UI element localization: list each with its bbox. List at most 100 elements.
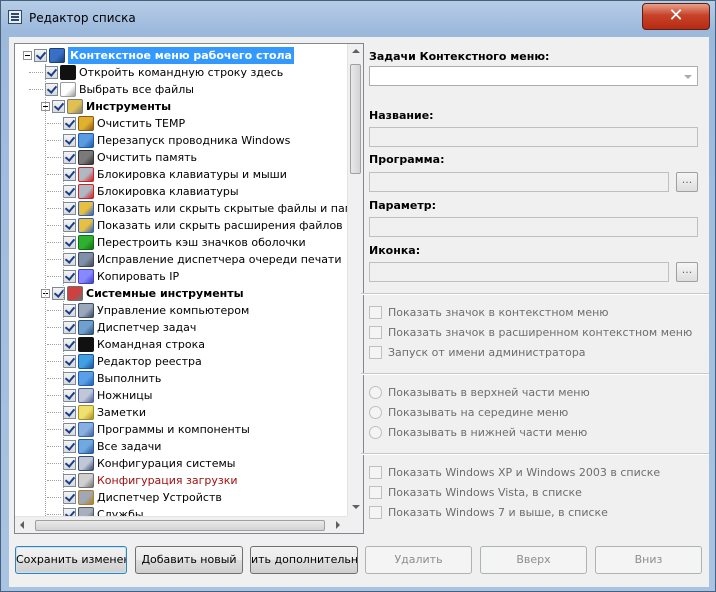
item-checkbox[interactable] bbox=[63, 389, 76, 402]
tree-item[interactable]: Диспетчер задач bbox=[15, 319, 347, 336]
properties-panel: Задачи Контекстного меню: Название: Прог… bbox=[361, 37, 709, 537]
move-down-button[interactable]: Вниз bbox=[595, 546, 702, 574]
tree-item[interactable]: Программы и компоненты bbox=[15, 421, 347, 438]
tree-item[interactable]: Конфигурация системы bbox=[15, 455, 347, 472]
item-checkbox[interactable] bbox=[63, 185, 76, 198]
item-checkbox[interactable] bbox=[63, 304, 76, 317]
tree-vertical-thumb[interactable] bbox=[350, 64, 361, 174]
checkbox-box[interactable] bbox=[369, 346, 382, 359]
tree-item[interactable]: Командная строка bbox=[15, 336, 347, 353]
tree-item-label: Конфигурация загрузки bbox=[97, 474, 238, 487]
tree-item[interactable]: Исправление диспетчера очереди печати bbox=[15, 251, 347, 268]
app-icon bbox=[8, 10, 22, 24]
item-checkbox[interactable] bbox=[63, 168, 76, 181]
checkbox-box[interactable] bbox=[369, 506, 382, 519]
tree-item[interactable]: Службы bbox=[15, 506, 347, 516]
tree-item-label: Конфигурация системы bbox=[97, 457, 236, 470]
scroll-up-arrow-icon[interactable] bbox=[352, 49, 360, 53]
item-checkbox[interactable] bbox=[63, 372, 76, 385]
program-field[interactable] bbox=[369, 172, 669, 192]
ip-icon bbox=[78, 269, 94, 284]
radio-circle[interactable] bbox=[369, 386, 382, 399]
item-checkbox[interactable] bbox=[63, 219, 76, 232]
tree-item[interactable]: Копировать IP bbox=[15, 268, 347, 285]
tree-connector bbox=[47, 327, 61, 328]
tree-item[interactable]: Очистить TEMP bbox=[15, 115, 347, 132]
tree-item[interactable]: Все задачи bbox=[15, 438, 347, 455]
tree-item[interactable]: Блокировка клавиатуры bbox=[15, 183, 347, 200]
item-checkbox[interactable] bbox=[63, 202, 76, 215]
item-checkbox[interactable] bbox=[63, 440, 76, 453]
tree-item-label: Диспетчер задач bbox=[97, 321, 197, 334]
item-checkbox[interactable] bbox=[63, 151, 76, 164]
tree-root-desktop-menu[interactable]: Контекстное меню рабочего стола bbox=[15, 47, 347, 64]
checkbox-box[interactable] bbox=[369, 326, 382, 339]
item-checkbox[interactable] bbox=[63, 270, 76, 283]
item-checkbox[interactable] bbox=[63, 236, 76, 249]
item-checkbox[interactable] bbox=[52, 100, 65, 113]
close-button[interactable]: ✕ bbox=[642, 3, 710, 30]
checkbox-box[interactable] bbox=[369, 486, 382, 499]
tree-item[interactable]: Заметки bbox=[15, 404, 347, 421]
tree-group-tools[interactable]: Инструменты bbox=[15, 98, 347, 115]
tree-item[interactable]: Управление компьютером bbox=[15, 302, 347, 319]
tree-connector bbox=[47, 140, 61, 141]
tree-item[interactable]: Показать или скрыть расширения файлов bbox=[15, 217, 347, 234]
tree-connector bbox=[47, 429, 61, 430]
dropdown-arrow-icon[interactable] bbox=[684, 75, 692, 79]
tree-item[interactable]: Диспетчер Устройств bbox=[15, 489, 347, 506]
item-checkbox[interactable] bbox=[63, 423, 76, 436]
add-new-button[interactable]: Добавить новый bbox=[135, 546, 243, 574]
item-checkbox[interactable] bbox=[63, 355, 76, 368]
collapse-toggle-icon[interactable] bbox=[23, 51, 32, 60]
tree-item[interactable]: Конфигурация загрузки bbox=[15, 472, 347, 489]
name-field[interactable] bbox=[369, 127, 698, 147]
item-checkbox[interactable] bbox=[45, 83, 58, 96]
tree-item[interactable]: Перезапуск проводника Windows bbox=[15, 132, 347, 149]
move-up-button[interactable]: Вверх bbox=[480, 546, 587, 574]
save-changes-button[interactable]: Сохранить изменения bbox=[15, 546, 127, 574]
item-checkbox[interactable] bbox=[63, 491, 76, 504]
tree-item[interactable]: Ножницы bbox=[15, 387, 347, 404]
radio-circle[interactable] bbox=[369, 406, 382, 419]
parameter-field[interactable] bbox=[369, 217, 698, 237]
item-checkbox[interactable] bbox=[34, 49, 47, 62]
tasks-combobox[interactable] bbox=[369, 66, 698, 86]
tree-horizontal-thumb[interactable] bbox=[35, 520, 325, 531]
menu-tree[interactable]: Контекстное меню рабочего стола Откройть … bbox=[14, 43, 364, 534]
checkbox-box[interactable] bbox=[369, 466, 382, 479]
item-checkbox[interactable] bbox=[63, 508, 76, 516]
tree-item[interactable]: Показать или скрыть скрытые файлы и папк… bbox=[15, 200, 347, 217]
tree-item[interactable]: Очистить память bbox=[15, 149, 347, 166]
tree-item[interactable]: Редактор реестра bbox=[15, 353, 347, 370]
scroll-right-arrow-icon[interactable] bbox=[336, 521, 340, 529]
tree-group-system-tools[interactable]: Системные инструменты bbox=[15, 285, 347, 302]
icon-field[interactable] bbox=[369, 262, 669, 282]
item-checkbox[interactable] bbox=[45, 66, 58, 79]
item-checkbox[interactable] bbox=[63, 474, 76, 487]
cmd-icon bbox=[60, 65, 76, 80]
delete-button[interactable]: Удалить bbox=[365, 546, 472, 574]
item-checkbox[interactable] bbox=[63, 117, 76, 130]
tree-item[interactable]: Перестроить кэш значков оболочки bbox=[15, 234, 347, 251]
scroll-left-arrow-icon[interactable] bbox=[20, 521, 24, 529]
icon-browse-button[interactable]: ... bbox=[676, 262, 698, 282]
item-checkbox[interactable] bbox=[63, 253, 76, 266]
program-browse-button[interactable]: ... bbox=[676, 172, 698, 192]
item-checkbox[interactable] bbox=[63, 457, 76, 470]
title-bar[interactable]: Редактор списка ✕ bbox=[1, 1, 715, 37]
item-checkbox[interactable] bbox=[63, 134, 76, 147]
item-checkbox[interactable] bbox=[63, 338, 76, 351]
scroll-down-arrow-icon[interactable] bbox=[352, 505, 360, 509]
tree-horizontal-scrollbar[interactable] bbox=[15, 516, 347, 533]
item-checkbox[interactable] bbox=[63, 406, 76, 419]
extra-button[interactable]: ить дополнительное bbox=[250, 546, 358, 574]
radio-circle[interactable] bbox=[369, 426, 382, 439]
item-checkbox[interactable] bbox=[63, 321, 76, 334]
tree-item[interactable]: Выбрать все файлы bbox=[15, 81, 347, 98]
tree-item[interactable]: Откройть командную строку здесь bbox=[15, 64, 347, 81]
checkbox-box[interactable] bbox=[369, 306, 382, 319]
tree-item[interactable]: Выполнить bbox=[15, 370, 347, 387]
tools-icon bbox=[67, 99, 83, 114]
tree-item[interactable]: Блокировка клавиатуры и мыши bbox=[15, 166, 347, 183]
